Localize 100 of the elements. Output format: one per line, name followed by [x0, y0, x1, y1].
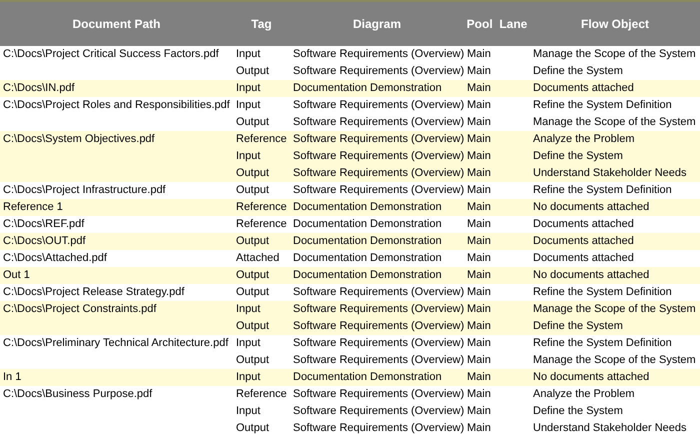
- flow-object-cell: Documents attached: [533, 235, 634, 247]
- document-path: C:\Docs\Project Critical Success Factors.pdf: [3, 48, 219, 60]
- document-path: C:\Docs\Project Infrastructure.pdf: [3, 184, 166, 196]
- flow-object-cell: Define the System: [533, 320, 623, 332]
- flow-object-cell: Refine the System Definition: [533, 286, 672, 298]
- pool-lane-cell: Main: [467, 99, 491, 111]
- diagram-cell: Documentation Demonstration: [293, 82, 442, 94]
- pool-lane-cell: Main: [467, 320, 491, 332]
- pool-lane-cell: Main: [467, 337, 491, 349]
- diagram-cell: Software Requirements (Overview): [293, 303, 464, 315]
- pool-lane-cell: Main: [467, 354, 491, 366]
- column-header[interactable]: Pool Lane: [464, 1, 530, 46]
- flow-object-cell: Define the System: [533, 65, 623, 77]
- flow-object-cell: Analyze the Problem: [533, 133, 634, 145]
- column-header[interactable]: Flow Object: [530, 1, 700, 46]
- tag-cell: Output: [236, 167, 270, 179]
- document-path: C:\Docs\Preliminary Technical Architecture.pdf: [3, 337, 228, 349]
- document-path: In 1: [3, 371, 22, 383]
- pool-lane-cell: Main: [467, 235, 491, 247]
- tag-cell: Output: [236, 116, 270, 128]
- diagram-cell: Software Requirements (Overview): [293, 99, 464, 111]
- tag-cell: Output: [236, 235, 270, 247]
- flow-object-cell: Manage the Scope of the System: [533, 354, 696, 366]
- diagram-cell: Documentation Demonstration: [293, 218, 442, 230]
- pool-lane-cell: Main: [467, 116, 491, 128]
- flow-object-cell: Analyze the Problem: [533, 388, 634, 400]
- diagram-cell: Software Requirements (Overview): [293, 286, 464, 298]
- flow-object-cell: Refine the System Definition: [533, 337, 672, 349]
- document-path: C:\Docs\OUT.pdf: [3, 235, 86, 247]
- column-header[interactable]: Tag: [233, 1, 290, 46]
- pool-lane-cell: Main: [467, 286, 491, 298]
- pool-lane-cell: Main: [467, 48, 491, 60]
- diagram-cell: Software Requirements (Overview): [293, 167, 464, 179]
- flow-object-cell: Refine the System Definition: [533, 184, 672, 196]
- tag-cell: Output: [236, 184, 270, 196]
- diagram-cell: Software Requirements (Overview): [293, 65, 464, 77]
- diagram-cell: Software Requirements (Overview): [293, 405, 464, 417]
- pool-lane-cell: Main: [467, 218, 491, 230]
- flow-object-cell: Understand Stakeholder Needs: [533, 422, 686, 434]
- pool-lane-cell: Main: [467, 422, 491, 434]
- tag-cell: Output: [236, 269, 270, 281]
- document-path: C:\Docs\Business Purpose.pdf: [3, 388, 152, 400]
- document-path: Out 1: [3, 269, 30, 281]
- flow-object-cell: Manage the Scope of the System: [533, 116, 696, 128]
- diagram-cell: Documentation Demonstration: [293, 269, 442, 281]
- pool-lane-cell: Main: [467, 65, 491, 77]
- tag-cell: Reference: [236, 218, 287, 230]
- pool-lane-cell: Main: [467, 388, 491, 400]
- document-path: C:\Docs\IN.pdf: [3, 82, 75, 94]
- pool-lane-cell: Main: [467, 405, 491, 417]
- pool-lane-cell: Main: [467, 371, 491, 383]
- pool-lane-cell: Main: [467, 269, 491, 281]
- flow-object-cell: Documents attached: [533, 82, 634, 94]
- diagram-cell: Software Requirements (Overview): [293, 133, 464, 145]
- document-path: C:\Docs\Project Release Strategy.pdf: [3, 286, 184, 298]
- pool-lane-cell: Main: [467, 167, 491, 179]
- tag-cell: Input: [236, 99, 260, 111]
- document-path: C:\Docs\System Objectives.pdf: [3, 133, 155, 145]
- tag-cell: Output: [236, 422, 270, 434]
- tag-cell: Input: [236, 82, 260, 94]
- column-header[interactable]: Document Path: [0, 1, 233, 46]
- diagram-cell: Software Requirements (Overview): [293, 337, 464, 349]
- diagram-cell: Software Requirements (Overview): [293, 388, 464, 400]
- pool-lane-cell: Main: [467, 252, 491, 264]
- diagram-cell: Software Requirements (Overview): [293, 48, 464, 60]
- flow-object-cell: Manage the Scope of the System: [533, 303, 696, 315]
- tag-cell: Output: [236, 65, 270, 77]
- diagram-cell: Software Requirements (Overview): [293, 422, 464, 434]
- pool-lane-cell: Main: [467, 150, 491, 162]
- flow-object-cell: Define the System: [533, 405, 623, 417]
- pool-lane-cell: Main: [467, 303, 491, 315]
- pool-lane-cell: Main: [467, 82, 491, 94]
- flow-object-cell: No documents attached: [533, 371, 650, 383]
- pool-lane-cell: Main: [467, 184, 491, 196]
- diagram-cell: Documentation Demonstration: [293, 252, 442, 264]
- document-path: C:\Docs\REF.pdf: [3, 218, 84, 230]
- diagram-cell: Documentation Demonstration: [293, 201, 442, 213]
- diagram-cell: Software Requirements (Overview): [293, 150, 464, 162]
- pool-lane-cell: Main: [467, 133, 491, 145]
- document-path: C:\Docs\Attached.pdf: [3, 252, 107, 264]
- tag-cell: Reference: [236, 133, 287, 145]
- tag-cell: Input: [236, 405, 260, 417]
- diagram-cell: Software Requirements (Overview): [293, 320, 464, 332]
- tag-cell: Output: [236, 320, 270, 332]
- diagram-cell: Software Requirements (Overview): [293, 184, 464, 196]
- tag-cell: Attached: [236, 252, 280, 264]
- diagram-cell: Software Requirements (Overview): [293, 116, 464, 128]
- diagram-cell: Documentation Demonstration: [293, 235, 442, 247]
- tag-cell: Input: [236, 48, 260, 60]
- flow-object-cell: Define the System: [533, 150, 623, 162]
- flow-object-cell: Documents attached: [533, 218, 634, 230]
- pool-lane-cell: Main: [467, 201, 491, 213]
- flow-object-cell: Manage the Scope of the System: [533, 48, 696, 60]
- diagram-cell: Software Requirements (Overview): [293, 354, 464, 366]
- flow-object-cell: Documents attached: [533, 252, 634, 264]
- diagram-cell: Documentation Demonstration: [293, 371, 442, 383]
- tag-cell: Input: [236, 150, 260, 162]
- tag-cell: Output: [236, 354, 270, 366]
- flow-object-cell: No documents attached: [533, 201, 650, 213]
- column-header[interactable]: Diagram: [290, 1, 464, 46]
